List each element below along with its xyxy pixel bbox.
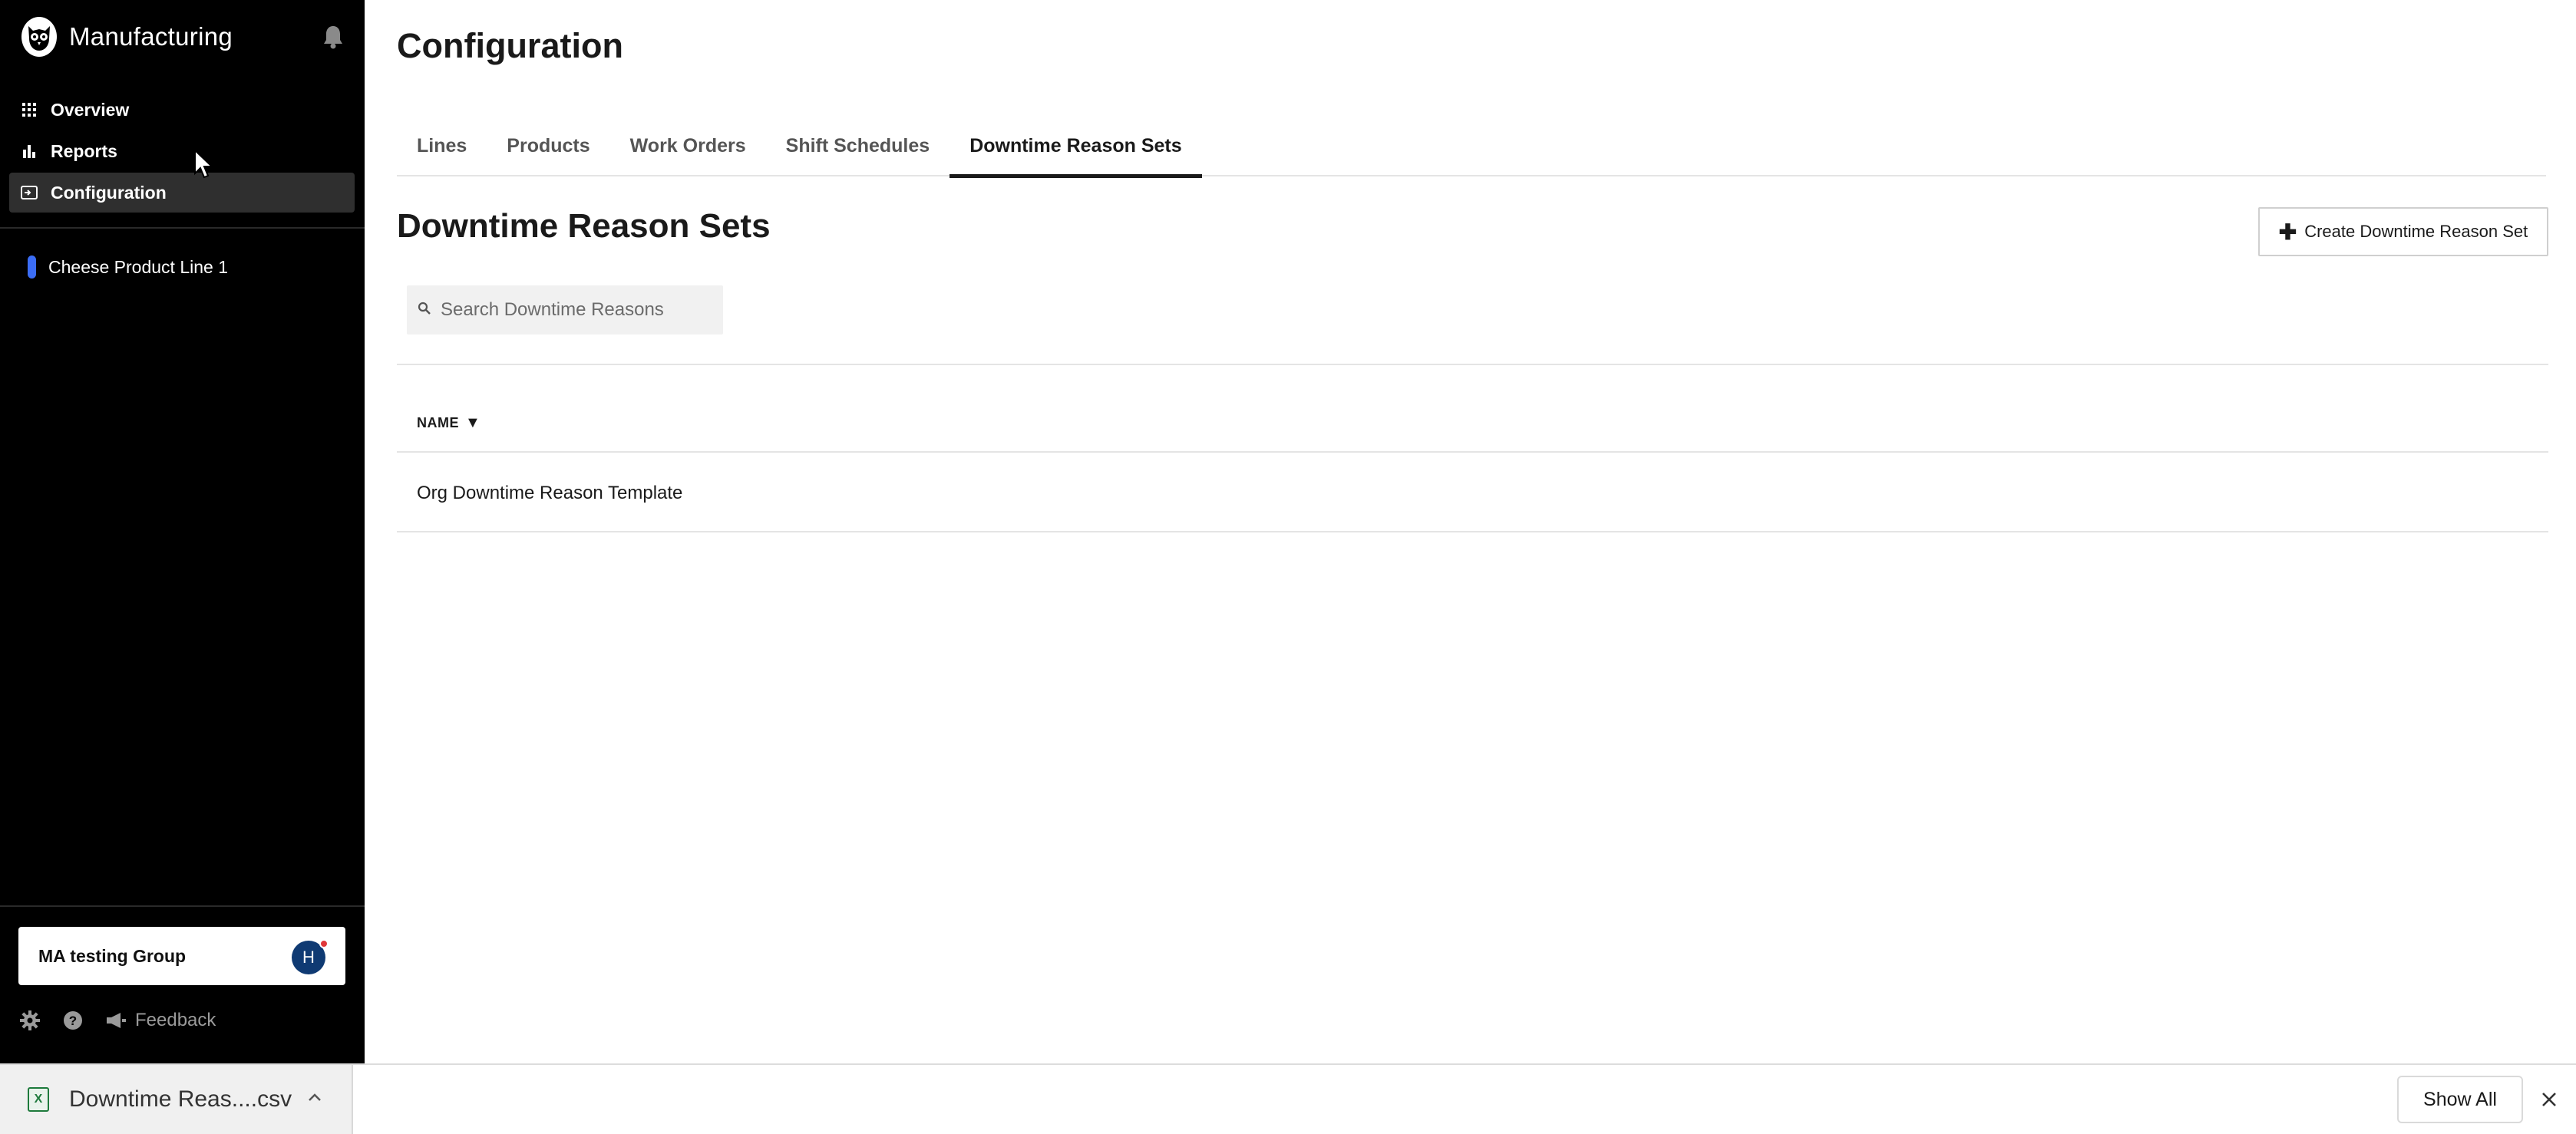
app-title: Manufacturing xyxy=(69,22,233,51)
nav-item-overview[interactable]: Overview xyxy=(9,90,355,130)
tab-products[interactable]: Products xyxy=(487,115,609,176)
brand[interactable]: Manufacturing xyxy=(21,17,233,57)
create-downtime-reason-set-button[interactable]: ✚ Create Downtime Reason Set xyxy=(2258,207,2548,256)
close-icon[interactable] xyxy=(2538,1088,2561,1111)
table-header-divider xyxy=(397,451,2548,453)
mouse-cursor-icon xyxy=(193,148,215,180)
sidebar: Manufacturing Overview Reports Configura… xyxy=(0,0,365,1063)
nav-item-configuration[interactable]: Configuration xyxy=(9,173,355,213)
table-row[interactable]: Org Downtime Reason Template xyxy=(397,454,2548,532)
sidebar-divider xyxy=(0,227,365,229)
tab-bar: Lines Products Work Orders Shift Schedul… xyxy=(397,115,2546,178)
download-file-name: Downtime Reas....csv xyxy=(69,1086,292,1112)
tab-downtime-reason-sets[interactable]: Downtime Reason Sets xyxy=(949,115,1203,178)
excel-file-icon: X xyxy=(28,1087,49,1112)
group-switcher[interactable]: MA testing Group H xyxy=(18,927,345,985)
download-item[interactable]: X Downtime Reas....csv xyxy=(0,1065,353,1134)
megaphone-icon xyxy=(104,1009,127,1032)
app-window: Manufacturing Overview Reports Configura… xyxy=(0,0,2576,1063)
line-status-indicator xyxy=(28,255,36,279)
plus-icon: ✚ xyxy=(2278,219,2297,244)
notification-bell-icon[interactable] xyxy=(322,25,344,49)
page-title: Configuration xyxy=(397,26,623,65)
group-name: MA testing Group xyxy=(38,945,187,966)
bar-chart-icon xyxy=(20,142,38,160)
tab-work-orders[interactable]: Work Orders xyxy=(610,115,766,176)
notification-dot xyxy=(319,939,329,948)
gear-icon[interactable] xyxy=(18,1009,41,1032)
row-name: Org Downtime Reason Template xyxy=(417,483,683,503)
download-bar: X Downtime Reas....csv Show All xyxy=(0,1063,2576,1134)
show-all-button[interactable]: Show All xyxy=(2397,1076,2523,1123)
table-row-divider xyxy=(397,531,2548,532)
main-content: Configuration Lines Products Work Orders… xyxy=(365,0,2576,1063)
nav-label-overview: Overview xyxy=(51,99,130,120)
sidebar-bottom-divider xyxy=(0,905,365,907)
column-header-name[interactable]: NAME ▼ xyxy=(417,414,481,432)
nav-label-configuration: Configuration xyxy=(51,182,167,203)
sidebar-line-item[interactable]: Cheese Product Line 1 xyxy=(28,253,228,281)
config-icon xyxy=(20,183,38,202)
line-label: Cheese Product Line 1 xyxy=(48,256,228,277)
section-title: Downtime Reason Sets xyxy=(397,207,771,245)
create-button-label: Create Downtime Reason Set xyxy=(2304,222,2528,241)
nav-item-reports[interactable]: Reports xyxy=(9,131,355,171)
search-input[interactable] xyxy=(441,299,702,321)
grid-icon xyxy=(20,101,38,119)
table-top-divider xyxy=(397,364,2548,365)
chevron-up-icon[interactable] xyxy=(304,1086,325,1108)
sidebar-nav: Overview Reports Configuration xyxy=(9,90,355,214)
sort-desc-icon: ▼ xyxy=(465,414,481,431)
tab-shift-schedules[interactable]: Shift Schedules xyxy=(766,115,950,176)
column-header-label: NAME xyxy=(417,415,459,430)
sidebar-footer: ? Feedback xyxy=(18,1007,216,1034)
nav-label-reports: Reports xyxy=(51,140,117,161)
download-file[interactable]: X Downtime Reas....csv xyxy=(28,1080,292,1119)
owl-logo-icon xyxy=(21,17,57,57)
feedback-label: Feedback xyxy=(135,1010,216,1030)
help-icon[interactable]: ? xyxy=(61,1009,84,1032)
search-box xyxy=(407,285,723,335)
tab-lines[interactable]: Lines xyxy=(397,115,487,176)
feedback-link[interactable]: Feedback xyxy=(104,1009,216,1032)
search-icon xyxy=(418,302,431,319)
svg-text:?: ? xyxy=(69,1014,77,1028)
